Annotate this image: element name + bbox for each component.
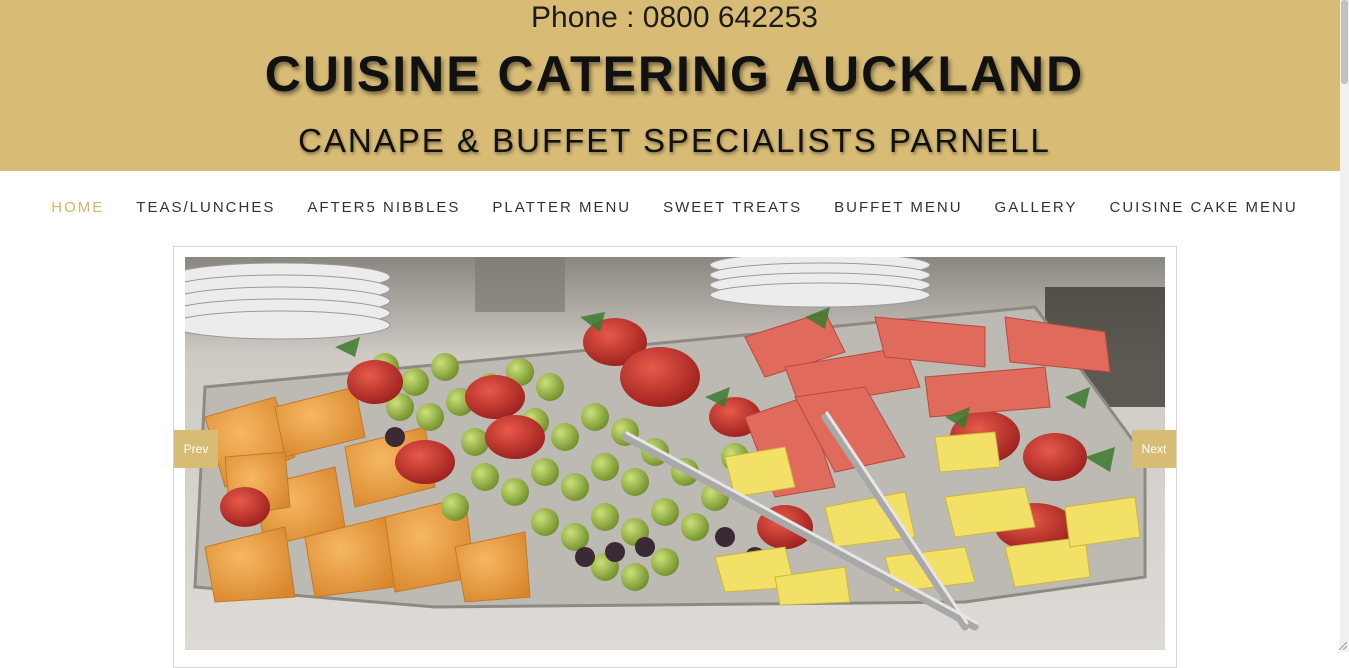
slide-image (185, 257, 1165, 650)
site-header: Phone : 0800 642253 CUISINE CATERING AUC… (0, 0, 1349, 171)
nav-item-home[interactable]: HOME (35, 190, 120, 226)
nav-item-sweet-treats[interactable]: SWEET TREATS (647, 190, 818, 226)
nav-item-cuisine-cake-menu[interactable]: CUISINE CAKE MENU (1093, 190, 1313, 226)
image-slider: Prev Next (173, 246, 1177, 668)
nav-item-platter-menu[interactable]: PLATTER MENU (476, 190, 647, 226)
main-nav: HOME TEAS/LUNCHES AFTER5 NIBBLES PLATTER… (0, 190, 1349, 226)
scrollbar-thumb[interactable] (1341, 0, 1348, 84)
page-scrollbar[interactable] (1340, 0, 1349, 652)
resize-grip-icon[interactable] (1337, 640, 1347, 650)
slider-prev-button[interactable]: Prev (174, 430, 218, 468)
plate-stack-left (185, 262, 391, 340)
nav-item-gallery[interactable]: GALLERY (979, 190, 1094, 226)
site-tagline: CANAPE & BUFFET SPECIALISTS PARNELL (298, 122, 1051, 159)
nav-item-buffet-menu[interactable]: BUFFET MENU (818, 190, 978, 226)
nav-item-after5-nibbles[interactable]: AFTER5 NIBBLES (291, 190, 476, 226)
plate-stack-right (709, 257, 931, 308)
site-title[interactable]: CUISINE CATERING AUCKLAND (0, 44, 1349, 104)
nav-item-teas-lunches[interactable]: TEAS/LUNCHES (120, 190, 291, 226)
fruit-platter-photo (185, 257, 1165, 650)
phone-number[interactable]: Phone : 0800 642253 (0, 0, 1349, 36)
slider-next-button[interactable]: Next (1132, 430, 1176, 468)
